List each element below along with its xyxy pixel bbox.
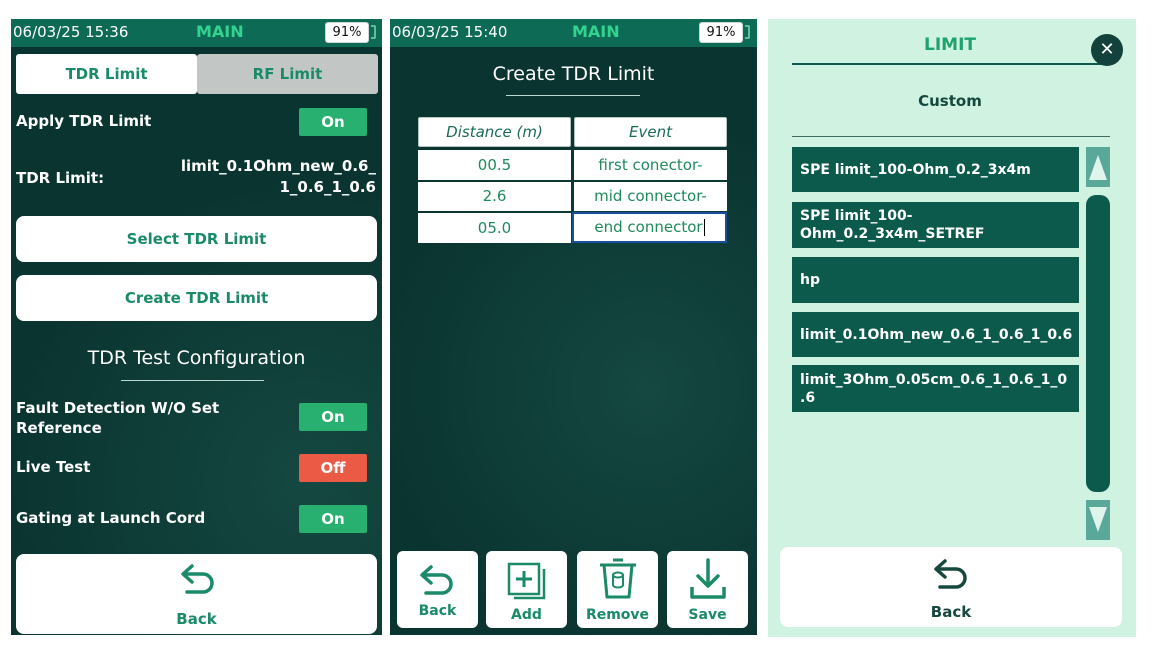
limit-item-label: limit_3Ohm_0.05cm_0.6_1_0.6_1_0 .6	[800, 371, 1067, 407]
close-button[interactable]: ✕	[1091, 34, 1123, 66]
triangle-down-icon	[1089, 507, 1107, 532]
fault-detection-label-line1: Fault Detection W/O Set	[16, 399, 220, 417]
select-tdr-limit-button[interactable]: Select TDR Limit	[16, 216, 377, 262]
battery-indicator: 91%	[325, 22, 369, 43]
header-event: Event	[574, 117, 727, 147]
subtitle-divider	[792, 136, 1110, 137]
status-time: 06/03/25 15:36	[13, 23, 129, 41]
status-mode: MAIN	[196, 22, 244, 41]
tdr-limit-value-line1: limit_0.1Ohm_new_0.6_	[180, 157, 376, 175]
apply-tdr-limit-toggle[interactable]: On	[299, 108, 367, 136]
back-button[interactable]: Back	[397, 551, 478, 628]
cell-event-1[interactable]: first conector-	[574, 150, 727, 180]
back-button[interactable]: Back	[780, 547, 1122, 627]
status-bar: 06/03/25 15:40 MAIN 91%	[390, 19, 757, 47]
tdr-settings-screen: 06/03/25 15:36 MAIN 91% TDR Limit RF Lim…	[11, 19, 382, 635]
limit-list-item[interactable]: SPE limit_100-Ohm_0.2_3x4m	[792, 147, 1079, 192]
fault-detection-label: Fault Detection W/O Set Reference	[16, 398, 219, 438]
cell-event-3-editing[interactable]: end connector	[572, 212, 727, 243]
status-mode: MAIN	[572, 22, 620, 41]
back-arrow-icon	[934, 559, 967, 589]
remove-row-button[interactable]: Remove	[577, 551, 658, 628]
back-arrow-icon	[420, 565, 453, 595]
scrollbar-thumb[interactable]	[1086, 195, 1110, 492]
limit-select-screen: LIMIT ✕ Custom SPE limit_100-Ohm_0.2_3x4…	[768, 19, 1136, 637]
live-test-label: Live Test	[16, 458, 91, 476]
limit-item-line1: SPE limit_100-	[800, 208, 913, 224]
limit-item-label: hp	[800, 272, 820, 288]
triangle-up-icon	[1089, 155, 1107, 180]
limit-item-label: SPE limit_100-Ohm_0.2_3x4m	[800, 161, 1031, 178]
back-button[interactable]: Back	[16, 554, 377, 634]
limit-item-line2: Ohm_0.2_3x4m_SETREF	[800, 226, 985, 242]
cell-distance-3[interactable]: 05.0	[418, 213, 571, 243]
limit-list-item[interactable]: hp	[792, 257, 1079, 303]
limit-tabs: TDR Limit RF Limit	[16, 54, 378, 94]
close-icon: ✕	[1099, 39, 1115, 60]
remove-label: Remove	[585, 607, 650, 623]
limit-item-line2: .6	[800, 389, 816, 406]
title-divider	[792, 63, 1102, 65]
tdr-limit-label: TDR Limit:	[16, 169, 105, 187]
limit-list-item[interactable]: SPE limit_100- Ohm_0.2_3x4m_SETREF	[792, 202, 1079, 248]
tab-tdr-limit[interactable]: TDR Limit	[16, 54, 197, 94]
title-divider	[506, 95, 640, 96]
dialog-title: LIMIT	[924, 35, 976, 55]
gating-toggle[interactable]: On	[299, 505, 367, 533]
scroll-down-button[interactable]	[1086, 500, 1110, 540]
text-caret	[703, 219, 705, 236]
limit-item-label: SPE limit_100- Ohm_0.2_3x4m_SETREF	[800, 207, 984, 243]
cell-event-2[interactable]: mid connector-	[574, 182, 727, 211]
limit-list-item[interactable]: limit_0.1Ohm_new_0.6_1_0.6_1_0.6	[792, 312, 1079, 357]
tdr-limit-value: limit_0.1Ohm_new_0.6_ 1_0.6_1_0.6	[176, 156, 376, 198]
page-title: Create TDR Limit	[492, 63, 655, 85]
add-icon	[507, 562, 546, 600]
tdr-limit-value-line2: 1_0.6_1_0.6	[279, 178, 376, 196]
status-bar: 06/03/25 15:36 MAIN 91%	[11, 19, 382, 47]
download-icon	[690, 558, 726, 599]
add-row-button[interactable]: Add	[486, 551, 567, 628]
fault-detection-toggle[interactable]: On	[299, 403, 367, 431]
add-label: Add	[511, 607, 542, 623]
back-label: Back	[418, 603, 457, 619]
live-test-toggle[interactable]: Off	[299, 454, 367, 482]
fault-detection-label-line2: Reference	[16, 419, 102, 437]
back-arrow-icon	[181, 564, 214, 594]
create-tdr-limit-screen: 06/03/25 15:40 MAIN 91% Create TDR Limit…	[390, 19, 757, 635]
status-time: 06/03/25 15:40	[392, 23, 508, 41]
section-divider	[121, 380, 264, 381]
back-label: Back	[930, 603, 972, 621]
limit-item-label: limit_0.1Ohm_new_0.6_1_0.6_1_0.6	[800, 326, 1073, 343]
cell-distance-1[interactable]: 00.5	[418, 150, 571, 180]
header-distance: Distance (m)	[418, 117, 571, 147]
trash-icon	[600, 558, 636, 599]
gating-label: Gating at Launch Cord	[16, 509, 206, 527]
battery-indicator: 91%	[699, 22, 743, 43]
battery-icon	[745, 25, 750, 39]
save-button[interactable]: Save	[667, 551, 748, 628]
create-tdr-limit-button[interactable]: Create TDR Limit	[16, 275, 377, 321]
limit-list-item[interactable]: limit_3Ohm_0.05cm_0.6_1_0.6_1_0 .6	[792, 365, 1079, 412]
category-label: Custom	[918, 92, 982, 110]
apply-tdr-limit-label: Apply TDR Limit	[16, 112, 152, 130]
battery-icon	[371, 25, 376, 39]
limit-item-line1: limit_3Ohm_0.05cm_0.6_1_0.6_1_0	[800, 371, 1068, 388]
tab-rf-limit[interactable]: RF Limit	[197, 54, 378, 94]
save-label: Save	[688, 607, 727, 623]
section-title: TDR Test Configuration	[87, 347, 306, 369]
cell-event-3-text: end connector	[594, 218, 703, 236]
scroll-up-button[interactable]	[1086, 147, 1110, 187]
back-label: Back	[176, 610, 217, 628]
cell-distance-2[interactable]: 2.6	[418, 182, 571, 211]
